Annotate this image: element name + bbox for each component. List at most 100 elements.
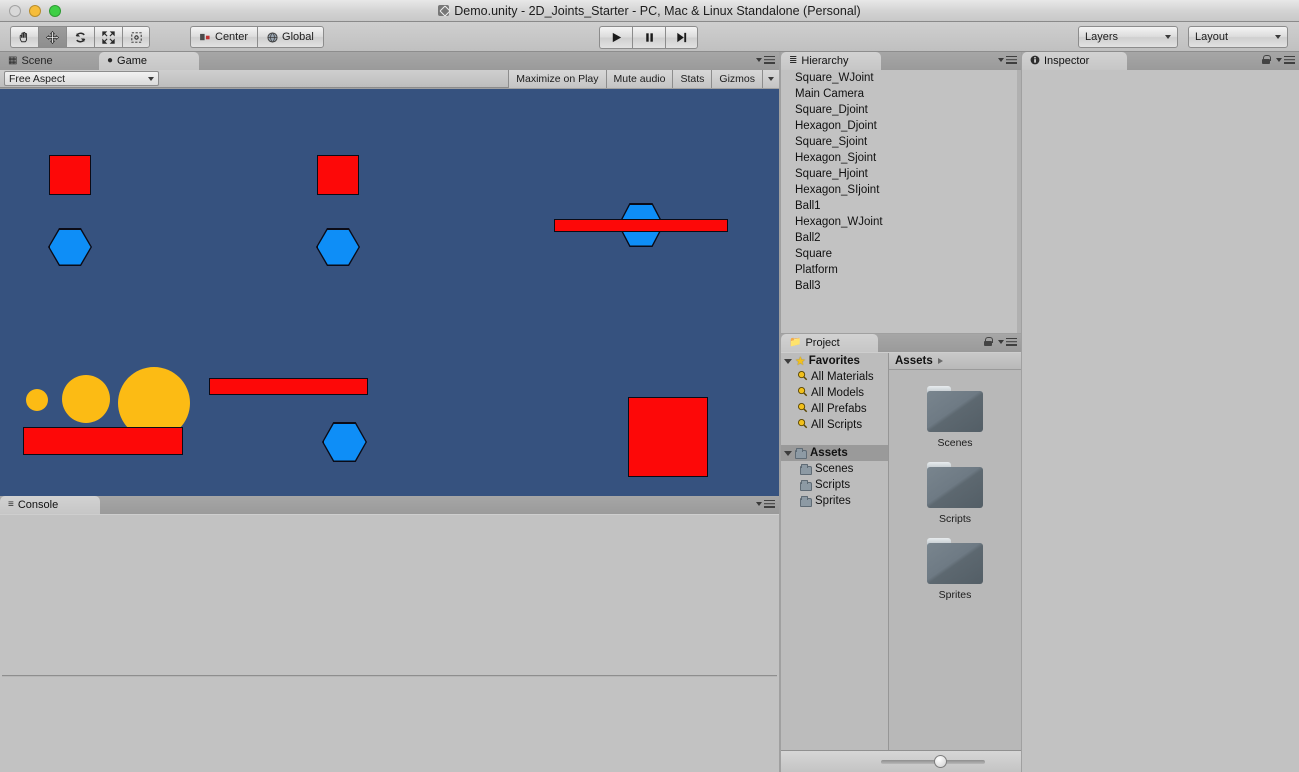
hierarchy-list[interactable]: Square_WJoint Main Camera Square_Djoint Hex… xyxy=(781,70,1021,333)
console-icon: ≡ xyxy=(8,499,14,510)
hierarchy-item[interactable]: Ball1 xyxy=(781,198,1021,214)
console-detail-pane xyxy=(2,676,777,770)
hierarchy-item[interactable]: Hexagon_Djoint xyxy=(781,118,1021,134)
lock-icon[interactable] xyxy=(984,337,993,346)
hierarchy-item-label: Ball2 xyxy=(795,232,821,244)
hierarchy-panel-menu[interactable] xyxy=(998,55,1017,64)
transform-tools-group xyxy=(10,26,150,48)
handle-space-button[interactable]: Global xyxy=(257,26,324,48)
step-button[interactable] xyxy=(665,26,698,49)
disclosure-triangle-icon[interactable] xyxy=(784,450,792,456)
rotate-tool-button[interactable] xyxy=(66,26,94,48)
page-title: Demo.unity - 2D_Joints_Starter - PC, Mac… xyxy=(0,4,1299,18)
maximize-on-play-button[interactable]: Maximize on Play xyxy=(508,70,606,88)
slider-knob[interactable] xyxy=(934,755,947,768)
game-view-canvas[interactable] xyxy=(0,89,779,496)
project-tree-item-label: Scripts xyxy=(815,479,851,491)
mute-audio-button[interactable]: Mute audio xyxy=(605,70,673,88)
project-tree-item[interactable]: Scenes xyxy=(781,461,888,477)
hierarchy-item[interactable]: Ball3 xyxy=(781,278,1021,294)
square-top-left xyxy=(49,155,91,195)
tab-scene[interactable]: ▦ Scene xyxy=(0,52,98,70)
asset-grid[interactable]: Scenes Scripts Sprites xyxy=(889,370,1021,750)
hierarchy-item[interactable]: Square_Sjoint xyxy=(781,134,1021,150)
project-tree-item[interactable]: Sprites xyxy=(781,493,888,509)
asset-item[interactable]: Scenes xyxy=(889,386,1021,449)
project-asset-browser[interactable]: Assets Scenes Scripts Sprites xyxy=(889,353,1021,750)
tab-inspector[interactable]: Inspector xyxy=(1022,52,1127,70)
hierarchy-item[interactable]: Square xyxy=(781,246,1021,262)
asset-item[interactable]: Sprites xyxy=(889,538,1021,601)
pivot-mode-label: Center xyxy=(215,31,249,43)
window-title-text: Demo.unity - 2D_Joints_Starter - PC, Mac… xyxy=(454,3,861,18)
hierarchy-scrollbar[interactable] xyxy=(1017,70,1021,333)
minimize-window-button[interactable] xyxy=(29,4,41,17)
tab-project[interactable]: 📁 Project xyxy=(781,334,878,352)
layers-dropdown[interactable]: Layers xyxy=(1078,26,1178,48)
play-button[interactable] xyxy=(599,26,632,49)
project-tree[interactable]: ★ Favorites All Materials All Models All Pre… xyxy=(781,353,889,750)
pivot-mode-button[interactable]: Center xyxy=(190,26,258,48)
game-panel-menu[interactable] xyxy=(756,55,775,64)
hierarchy-item[interactable]: Hexagon_SIjoint xyxy=(781,182,1021,198)
hierarchy-item[interactable]: Square_Hjoint xyxy=(781,166,1021,182)
asset-item[interactable]: Scripts xyxy=(889,462,1021,525)
project-tree-item-label: All Scripts xyxy=(811,419,863,431)
tab-console[interactable]: ≡ Console xyxy=(0,496,100,514)
tab-scene-label: Scene xyxy=(21,55,53,67)
project-tree-item[interactable]: All Prefabs xyxy=(781,401,888,417)
step-icon xyxy=(677,32,687,43)
hierarchy-item[interactable]: Square_Djoint xyxy=(781,102,1021,118)
move-tool-button[interactable] xyxy=(38,26,66,48)
tab-hierarchy[interactable]: ≣ Hierarchy xyxy=(781,52,881,70)
project-tree-item[interactable]: All Scripts xyxy=(781,417,888,433)
ball-small xyxy=(26,389,48,411)
gamepad-icon: ● xyxy=(107,55,114,66)
hand-tool-button[interactable] xyxy=(10,26,38,48)
inspector-panel-menu[interactable] xyxy=(1262,55,1295,64)
hierarchy-item[interactable]: Hexagon_Sjoint xyxy=(781,150,1021,166)
lock-icon[interactable] xyxy=(1262,55,1271,64)
tab-game[interactable]: ● Game xyxy=(99,52,199,70)
project-panel-menu[interactable] xyxy=(984,337,1017,346)
project-tree-item[interactable]: ★ Favorites xyxy=(781,353,888,369)
hierarchy-item[interactable]: Square_WJoint xyxy=(781,70,1021,86)
project-tree-item[interactable]: Assets xyxy=(781,445,888,461)
star-icon: ★ xyxy=(795,354,806,368)
hierarchy-item[interactable]: Main Camera xyxy=(781,86,1021,102)
tab-console-label: Console xyxy=(17,499,59,511)
rect-tool-button[interactable] xyxy=(122,26,150,48)
hierarchy-item-label: Hexagon_WJoint xyxy=(795,216,883,228)
chevron-down-icon xyxy=(998,57,1004,62)
folder-icon: 📁 xyxy=(789,337,802,348)
hierarchy-item-label: Ball3 xyxy=(795,280,821,292)
rotate-icon xyxy=(75,32,86,42)
project-tree-item[interactable]: All Models xyxy=(781,385,888,401)
maximize-window-button[interactable] xyxy=(49,4,61,17)
console-message-list[interactable] xyxy=(0,515,779,772)
gizmos-button[interactable]: Gizmos xyxy=(711,70,762,88)
project-tree-item-label: All Materials xyxy=(811,371,874,383)
project-tree-item[interactable]: Scripts xyxy=(781,477,888,493)
hexagon-left xyxy=(48,228,92,266)
scale-tool-button[interactable] xyxy=(94,26,122,48)
project-tree-item[interactable]: All Materials xyxy=(781,369,888,385)
aspect-ratio-dropdown[interactable]: Free Aspect xyxy=(4,71,159,86)
hierarchy-item-label: Ball1 xyxy=(795,200,821,212)
game-panel: ▦ Scene ● Game Free Aspect Maximize on P… xyxy=(0,52,779,496)
disclosure-triangle-icon[interactable] xyxy=(784,358,792,364)
layout-dropdown[interactable]: Layout xyxy=(1188,26,1288,48)
hierarchy-item[interactable]: Platform xyxy=(781,262,1021,278)
close-window-button[interactable] xyxy=(9,4,21,17)
gizmos-dropdown[interactable] xyxy=(762,70,779,88)
chevron-down-icon xyxy=(148,76,154,81)
hierarchy-item[interactable]: Hexagon_WJoint xyxy=(781,214,1021,230)
hierarchy-item[interactable]: Ball2 xyxy=(781,230,1021,246)
asset-zoom-slider[interactable] xyxy=(881,755,985,768)
pause-button[interactable] xyxy=(632,26,665,49)
slider-track xyxy=(881,759,985,764)
project-tabbar: 📁 Project xyxy=(781,334,1021,352)
console-panel-menu[interactable] xyxy=(756,499,775,508)
stats-button[interactable]: Stats xyxy=(672,70,712,88)
folder-icon xyxy=(800,480,812,491)
